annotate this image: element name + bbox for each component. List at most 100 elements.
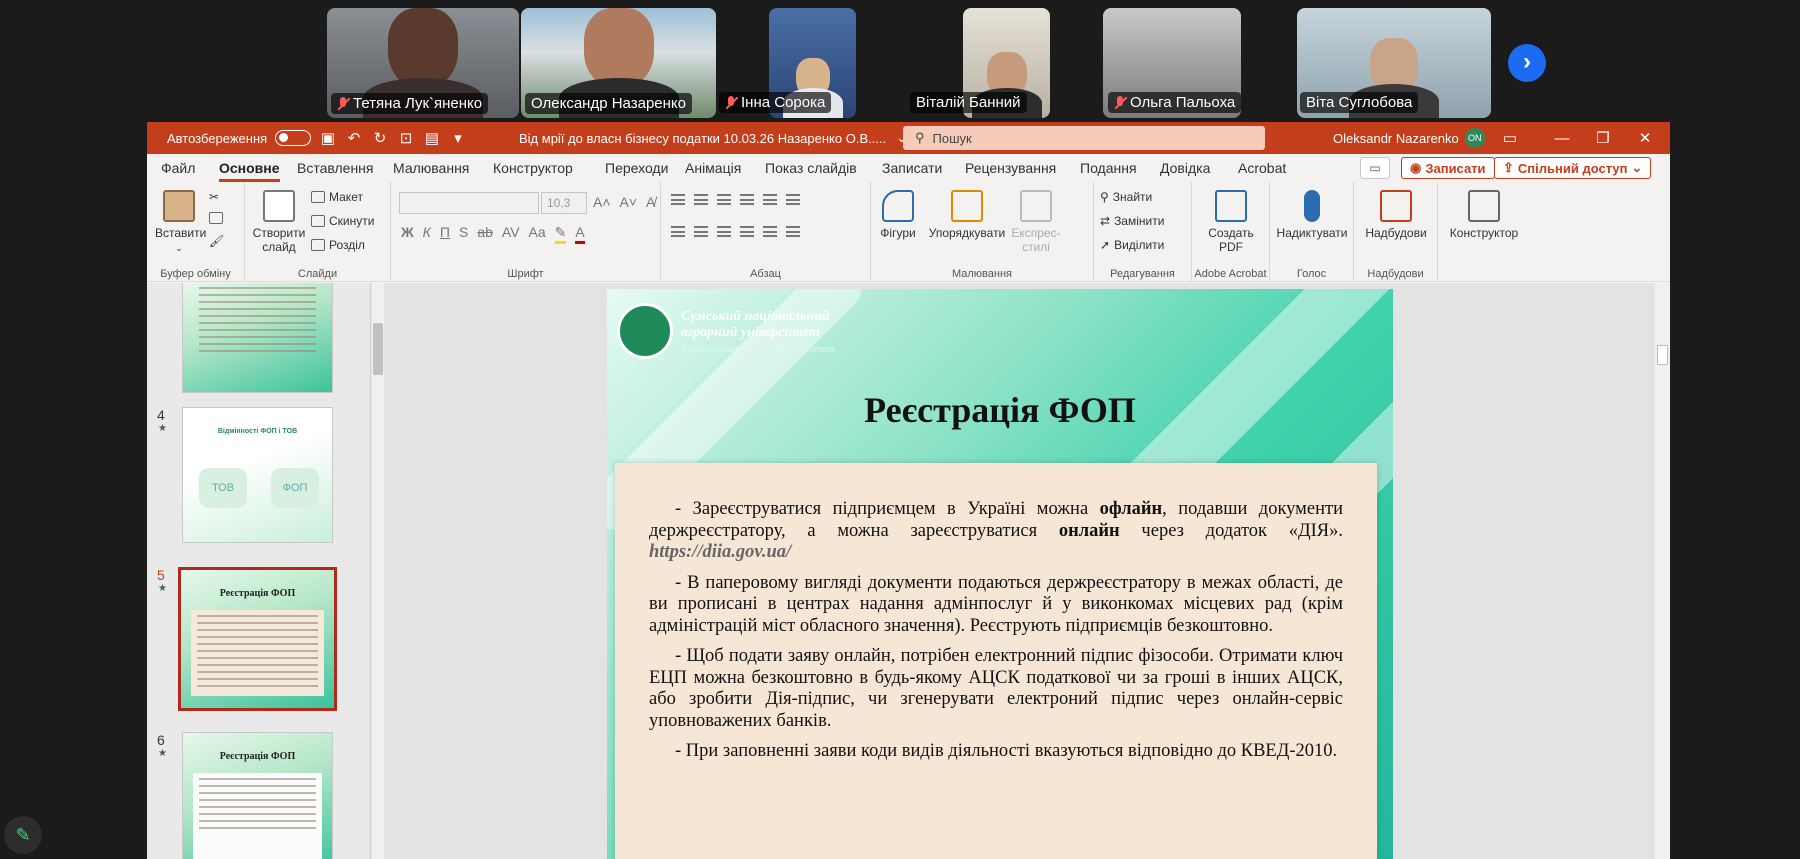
arrange-button[interactable]: Упорядкувати [925,190,1009,240]
increase-font-icon[interactable]: A˄ [593,194,611,210]
record-button[interactable]: ◉ Записати [1401,157,1495,179]
undo-icon[interactable]: ↶ [341,129,367,147]
copy-button[interactable] [209,212,223,224]
dictate-button[interactable]: Надиктувати [1274,190,1350,240]
slide-canvas[interactable]: Сумський національний аграрний університе… [607,289,1393,859]
tab-5[interactable]: Переходи [605,160,668,176]
text-direction-icon[interactable] [786,226,800,237]
slide-thumbnail-4[interactable]: Відмінності ФОП і ТОВ ТОВ ФОП [182,407,333,543]
slide-thumbnail-5[interactable]: Реєстрація ФОП [178,567,337,711]
font-size-box[interactable]: 10,3 [541,192,587,214]
save-icon[interactable]: ▣ [315,129,341,147]
participant-tile-2[interactable]: Олександр Назаренко [521,8,716,118]
tab-3[interactable]: Малювання [393,160,469,176]
scrollbar-thumb[interactable] [1657,345,1668,365]
justify-icon[interactable] [740,226,754,237]
restore-icon: ❐ [1596,130,1610,147]
cut-button[interactable]: ✂ [209,190,219,204]
font-name-box[interactable] [399,192,539,214]
shadow-icon[interactable]: S [459,224,468,244]
addins-icon [1380,190,1412,222]
document-title[interactable]: Від мрії до власн бізнесу податки 10.03.… [519,122,907,154]
columns-icon[interactable] [786,194,800,205]
annotate-pen-button[interactable]: ✎ [4,816,42,854]
paste-button[interactable]: Вставити ⌄ [155,190,206,255]
change-case-icon[interactable]: Aa [529,224,546,244]
shapes-button[interactable]: Фігури [875,190,921,240]
tab-4[interactable]: Конструктор [493,160,573,176]
slide-scrollbar[interactable] [1655,283,1670,859]
align-center-icon[interactable] [694,226,708,237]
numbering-icon[interactable] [694,194,708,205]
tab-7[interactable]: Показ слайдів [765,160,857,176]
slide-content-box[interactable]: - Зареєструватися підприємцем в Україні … [615,463,1377,859]
align-left-icon[interactable] [671,226,685,237]
tab-9[interactable]: Рецензування [965,160,1056,176]
designer-button[interactable]: Конструктор [1444,190,1524,240]
diia-link[interactable]: https://diia.gov.ua/ [649,542,791,562]
new-slide-button[interactable]: Створити слайд [251,190,307,254]
tab-1[interactable]: Основне [219,160,280,182]
layout-button[interactable]: Макет [311,190,363,204]
present-icon[interactable]: ⊡ [393,129,419,147]
tab-6[interactable]: Анімація [685,160,741,176]
tab-11[interactable]: Довідка [1160,160,1210,176]
slide-thumbnail-6[interactable]: Реєстрація ФОП [182,732,333,859]
arrange-icon [951,190,983,222]
microphone-icon [1304,190,1320,222]
autosave[interactable]: Автозбереження [167,122,312,154]
decrease-indent-icon[interactable] [717,194,731,205]
search-box[interactable]: ⚲ Пошук [903,126,1265,150]
strikethrough-icon[interactable]: ab [477,224,493,244]
quick-styles-button[interactable]: Експрес-стилі [1011,190,1061,254]
minimize-button[interactable]: — [1549,122,1575,154]
align-buttons [671,226,800,237]
increase-indent-icon[interactable] [740,194,754,205]
tab-0[interactable]: Файл [161,160,195,176]
select-button[interactable]: ➚ Виділити [1100,238,1164,252]
spacing-icon[interactable]: AV [502,224,520,244]
create-pdf-button[interactable]: Создать PDF [1196,190,1266,254]
tab-8[interactable]: Записати [882,160,942,176]
ribbon-display-options[interactable]: ▭ [1497,122,1523,154]
bullets-icon[interactable] [671,194,685,205]
format-painter-button[interactable]: 🖌 [209,234,224,248]
redo-icon[interactable]: ↻ [367,129,393,147]
distribute-icon[interactable] [763,226,777,237]
underline-icon[interactable]: П [440,224,450,244]
share-button[interactable]: ⇪ Спільний доступ ⌄ [1494,157,1652,179]
participant-name: Олександр Назаренко [525,93,692,114]
bold-icon[interactable]: Ж [401,224,414,244]
decrease-font-icon[interactable]: A˅ [620,194,638,210]
tab-12[interactable]: Acrobat [1238,160,1286,176]
reset-button[interactable]: Скинути [311,214,374,228]
slide-thumbnail-3[interactable] [182,283,333,393]
autosave-toggle[interactable] [275,130,312,146]
customize-icon[interactable]: ▾ [445,129,471,147]
group-label: Adobe Acrobat [1194,268,1267,280]
from-start-icon[interactable]: ▤ [419,129,445,147]
align-right-icon[interactable] [717,226,731,237]
tab-10[interactable]: Подання [1080,160,1137,176]
comments-button[interactable]: ▭ [1360,157,1390,179]
replace-button[interactable]: ⇄ Замінити [1100,214,1164,228]
font-color-icon[interactable]: A [575,224,585,244]
find-button[interactable]: ⚲ Знайти [1100,190,1152,204]
section-button[interactable]: Розділ [311,238,365,252]
thumbnails-scrollbar[interactable] [372,283,384,859]
addins-button[interactable]: Надбудови [1360,190,1432,240]
next-participants-button[interactable]: › [1508,44,1546,82]
restore-button[interactable]: ❐ [1590,122,1616,154]
line-spacing-icon[interactable] [763,194,777,205]
participant-tile-1[interactable]: Тетяна Лук`яненко [327,8,519,118]
user-account[interactable]: Oleksandr Nazarenko ON [1333,122,1485,154]
participant-name-5: Ольга Пальоха [1108,92,1242,113]
close-button[interactable]: ✕ [1632,122,1658,154]
scrollbar-thumb[interactable] [373,323,383,375]
italic-icon[interactable]: К [423,224,431,244]
tab-2[interactable]: Вставлення [297,160,374,176]
drawing-group: Фігури Упорядкувати Експрес-стилі Малюва… [871,182,1094,282]
highlight-icon[interactable]: ✎ [554,224,567,244]
clear-format-icon[interactable]: A̸ [646,194,655,210]
slide-title[interactable]: Реєстрація ФОП [607,389,1393,431]
